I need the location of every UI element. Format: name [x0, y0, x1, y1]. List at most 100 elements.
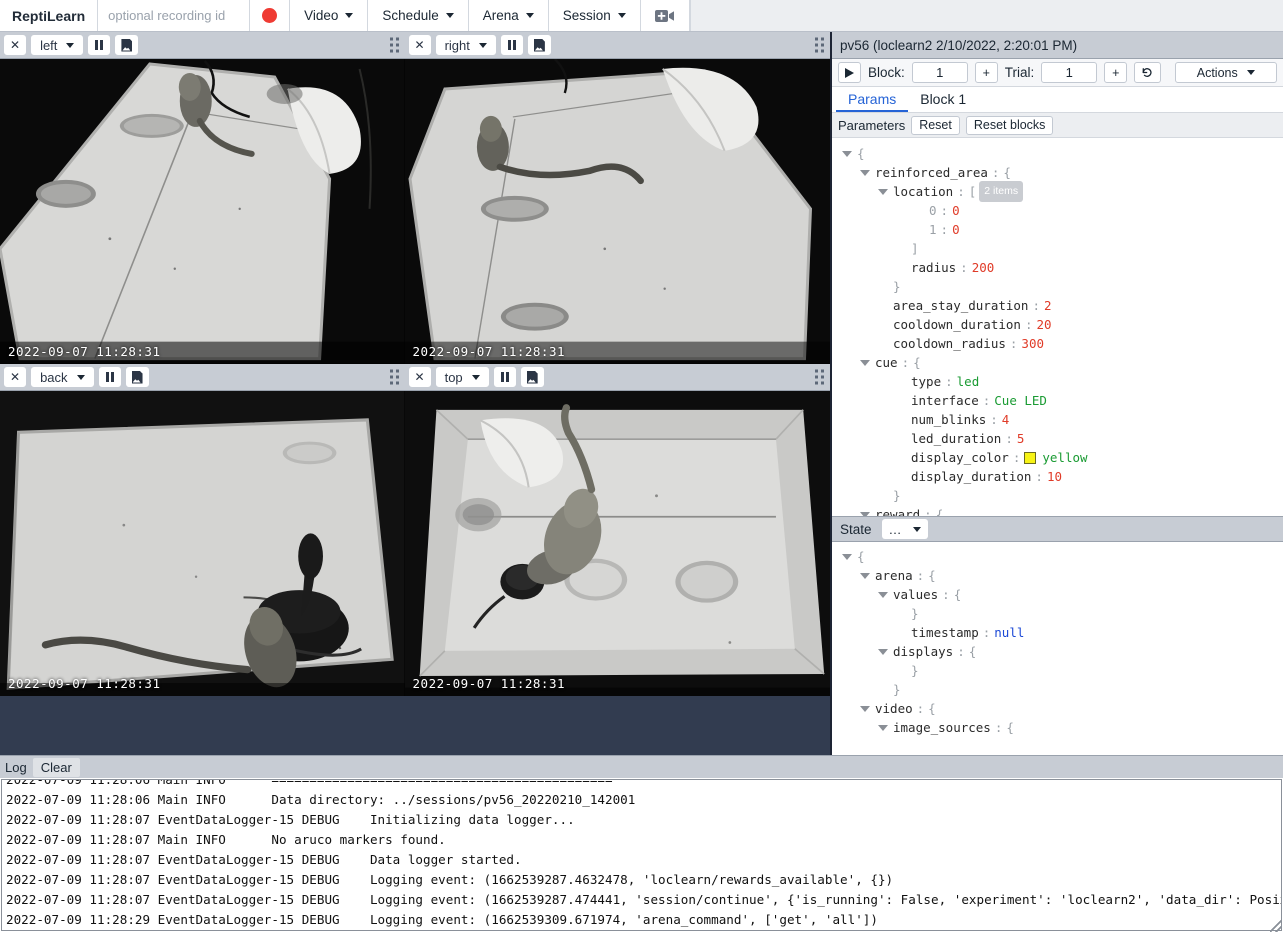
trial-input[interactable] [1041, 62, 1098, 83]
parameters-json-tree[interactable]: {reinforced_area:{location:[2 items 0:0 1:… [832, 138, 1283, 516]
tab-block-1[interactable]: Block 1 [908, 87, 978, 112]
video-source-select-left[interactable]: left [31, 35, 84, 55]
reset-blocks-button[interactable]: Reset blocks [965, 115, 1054, 135]
block-increment-button[interactable]: + [974, 62, 998, 83]
tab-params[interactable]: Params [836, 87, 909, 112]
json-row[interactable]: 1:0 [832, 220, 1283, 239]
json-value[interactable]: 10 [1047, 467, 1062, 486]
drag-handle-icon[interactable] [815, 369, 824, 385]
json-value[interactable]: 4 [1002, 410, 1010, 429]
json-value[interactable]: null [994, 623, 1024, 642]
video-feed-right[interactable]: 2022-09-07 11:28:31 [404, 59, 830, 364]
close-icon[interactable]: ✕ [408, 367, 431, 387]
json-row[interactable]: displays:{ [832, 642, 1283, 661]
twisty-open-icon[interactable] [860, 511, 870, 516]
close-icon[interactable]: ✕ [4, 35, 27, 55]
json-row[interactable]: } [832, 277, 1283, 296]
json-value[interactable]: 0 [952, 220, 960, 239]
menu-session[interactable]: Session [548, 0, 641, 31]
json-row[interactable]: reinforced_area:{ [832, 163, 1283, 182]
twisty-open-icon[interactable] [860, 359, 870, 366]
state-json-tree[interactable]: {arena:{values:{} timestamp: null displays:… [832, 542, 1283, 755]
json-row[interactable]: { [832, 144, 1283, 163]
json-row[interactable]: video:{ [832, 699, 1283, 718]
menu-arena[interactable]: Arena [468, 0, 549, 31]
snapshot-icon[interactable] [527, 35, 551, 55]
close-icon[interactable]: ✕ [4, 367, 27, 387]
snapshot-icon[interactable] [520, 367, 544, 387]
menu-video[interactable]: Video [290, 0, 369, 31]
record-button[interactable] [250, 0, 291, 31]
video-source-select-top[interactable]: top [435, 367, 489, 387]
json-value[interactable]: led [957, 372, 980, 391]
json-row[interactable]: reward:{ [832, 505, 1283, 516]
close-icon[interactable]: ✕ [408, 35, 431, 55]
twisty-open-icon[interactable] [878, 648, 888, 655]
twisty-open-icon[interactable] [860, 705, 870, 712]
json-row[interactable]: cooldown_radius:300 [832, 334, 1283, 353]
recording-id-input[interactable] [98, 0, 251, 31]
json-row[interactable]: arena:{ [832, 566, 1283, 585]
json-row[interactable]: } [832, 661, 1283, 680]
reset-arrow-icon[interactable] [1134, 62, 1161, 83]
pause-icon[interactable] [88, 35, 111, 55]
json-row[interactable]: display_duration:10 [832, 467, 1283, 486]
json-value[interactable]: 5 [1017, 429, 1025, 448]
json-row[interactable]: timestamp: null [832, 623, 1283, 642]
json-row[interactable]: type: led [832, 372, 1283, 391]
menu-schedule[interactable]: Schedule [368, 0, 469, 31]
json-row[interactable]: } [832, 604, 1283, 623]
json-value[interactable]: 300 [1021, 334, 1044, 353]
json-row[interactable]: radius:200 [832, 258, 1283, 277]
json-row[interactable]: interface: Cue LED [832, 391, 1283, 410]
video-source-select-back[interactable]: back [31, 367, 94, 387]
video-feed-top[interactable]: 2022-09-07 11:28:31 [404, 391, 830, 696]
video-source-select-right[interactable]: right [435, 35, 496, 55]
add-camera-button[interactable] [640, 0, 690, 31]
drag-handle-icon[interactable] [389, 37, 399, 53]
json-row[interactable]: } [832, 486, 1283, 505]
json-row[interactable]: { [832, 547, 1283, 566]
block-input[interactable] [911, 62, 968, 83]
twisty-open-icon[interactable] [842, 553, 852, 560]
drag-handle-icon[interactable] [389, 369, 399, 385]
run-experiment-button[interactable] [838, 62, 861, 83]
video-feed-back[interactable]: 2022-09-07 11:28:31 [0, 391, 405, 696]
json-value[interactable]: Cue LED [994, 391, 1047, 410]
twisty-open-icon[interactable] [878, 591, 888, 598]
actions-dropdown[interactable]: Actions [1174, 62, 1277, 83]
json-row[interactable]: ] [832, 239, 1283, 258]
clear-log-button[interactable]: Clear [32, 757, 80, 777]
state-selector[interactable]: … [881, 519, 928, 539]
log-output[interactable]: 2022-07-09 11:28:06 Main INFO ==========… [1, 779, 1282, 931]
json-row[interactable]: image_sources:{ [832, 718, 1283, 737]
json-row[interactable]: led_duration:5 [832, 429, 1283, 448]
pause-icon[interactable] [500, 35, 523, 55]
video-feed-left[interactable]: 2022-09-07 11:28:31 [0, 59, 405, 364]
json-row[interactable]: } [832, 680, 1283, 699]
json-value[interactable]: 0 [952, 201, 960, 220]
json-value[interactable]: 200 [972, 258, 995, 277]
json-row[interactable]: cooldown_duration:20 [832, 315, 1283, 334]
twisty-open-icon[interactable] [860, 572, 870, 579]
twisty-open-icon[interactable] [860, 169, 870, 176]
drag-handle-icon[interactable] [815, 37, 824, 53]
json-row[interactable]: location:[2 items [832, 181, 1283, 202]
snapshot-icon[interactable] [125, 367, 149, 387]
json-row[interactable]: area_stay_duration:2 [832, 296, 1283, 315]
json-row[interactable]: values:{ [832, 585, 1283, 604]
json-row[interactable]: cue:{ [832, 353, 1283, 372]
json-row[interactable]: 0:0 [832, 201, 1283, 220]
json-row[interactable]: display_color: yellow [832, 448, 1283, 467]
snapshot-icon[interactable] [115, 35, 139, 55]
twisty-open-icon[interactable] [878, 724, 888, 731]
twisty-open-icon[interactable] [878, 188, 888, 195]
json-value[interactable]: yellow [1042, 448, 1087, 467]
log-resize-handle[interactable] [1270, 920, 1282, 932]
pause-icon[interactable] [98, 367, 121, 387]
json-value[interactable]: 2 [1044, 296, 1052, 315]
reset-button[interactable]: Reset [911, 115, 960, 135]
json-value[interactable]: 20 [1036, 315, 1051, 334]
json-row[interactable]: num_blinks:4 [832, 410, 1283, 429]
pause-icon[interactable] [493, 367, 516, 387]
